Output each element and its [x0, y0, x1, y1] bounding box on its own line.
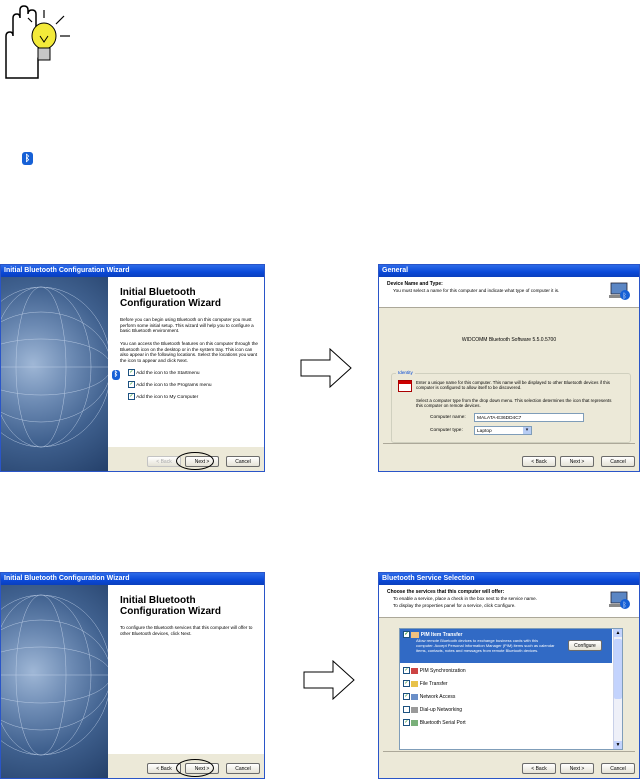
dialog-header: Device Name and Type: You must select a …	[379, 277, 639, 308]
wizard-intro: Before you can begin using Bluetooth on …	[120, 317, 254, 334]
checkbox-icon[interactable]: ✓	[403, 667, 410, 674]
scroll-down-icon[interactable]: ▼	[614, 741, 622, 749]
computer-type-select[interactable]: Laptop ▾	[474, 426, 532, 435]
identity-card-icon	[398, 380, 412, 392]
svg-text:ᛒ: ᛒ	[623, 601, 627, 609]
service-item[interactable]: ✓ Bluetooth Serial Port	[403, 719, 466, 726]
scrollbar[interactable]: ▲ ▼	[613, 629, 622, 749]
pim-transfer-icon	[411, 631, 420, 638]
hand-lightbulb-icon	[0, 0, 75, 82]
group-label: Identity	[396, 370, 415, 375]
next-button[interactable]: Next >	[560, 456, 594, 467]
header-subtitle-1: To enable a service, place a check in th…	[393, 596, 538, 601]
general-window: General Device Name and Type: You must s…	[378, 264, 640, 472]
checkbox-icon[interactable]: ✓	[403, 693, 410, 700]
checkbox-icon[interactable]: ✓	[128, 393, 135, 400]
checkbox-icon[interactable]: ✓	[403, 719, 410, 726]
check-startmenu[interactable]: ✓ Add the icon to the Startmenu	[128, 369, 200, 376]
folder-icon	[411, 680, 419, 687]
service-description: Allow remote Bluetooth devices to exchan…	[416, 638, 555, 653]
scroll-up-icon[interactable]: ▲	[614, 629, 622, 637]
title-bar: Initial Bluetooth Configuration Wizard	[1, 573, 264, 585]
dialup-icon	[411, 706, 419, 713]
identity-group: Identity Enter a unique name for this co…	[391, 370, 631, 443]
cancel-button[interactable]: Cancel	[601, 763, 635, 774]
checkbox-icon[interactable]: ✓	[128, 369, 135, 376]
bluetooth-icon: ᛒ	[22, 152, 33, 165]
service-item[interactable]: Dial-up Networking	[403, 706, 462, 713]
wizard-window-2: Initial Bluetooth Configuration Wizard I…	[0, 572, 265, 779]
header-title: Device Name and Type:	[387, 281, 443, 287]
network-icon	[411, 693, 419, 700]
service-selection-window: Bluetooth Service Selection Choose the s…	[378, 572, 640, 779]
computer-bluetooth-icon: ᛒ	[609, 280, 631, 302]
select-text: Select a computer type from the drop dow…	[416, 398, 612, 409]
wizard-content: Initial Bluetooth Configuration Wizard B…	[108, 277, 264, 447]
next-button[interactable]: Next >	[560, 763, 594, 774]
wizard-intro: To configure the Bluetooth services that…	[120, 625, 253, 636]
title-bar: Initial Bluetooth Configuration Wizard	[1, 265, 264, 277]
cancel-button[interactable]: Cancel	[601, 456, 635, 467]
configure-button[interactable]: Configure	[568, 640, 602, 651]
highlight-oval	[176, 759, 214, 777]
check-programs[interactable]: ✓ Add the icon to the Programs menu	[128, 381, 212, 388]
pim-sync-icon	[411, 667, 419, 674]
service-item-selected[interactable]: ✓ PIM Item Transfer Allow remote Bluetoo…	[400, 629, 612, 663]
wizard-content: Initial Bluetooth Configuration Wizard T…	[108, 585, 264, 754]
wizard-heading: Initial Bluetooth Configuration Wizard	[120, 287, 222, 309]
header-title: Choose the services that this computer w…	[387, 589, 505, 595]
back-button[interactable]: < Back	[522, 456, 556, 467]
bluetooth-icon: ᛒ	[112, 370, 120, 380]
svg-text:ᛒ: ᛒ	[623, 292, 627, 300]
chevron-down-icon[interactable]: ▾	[523, 427, 531, 434]
wizard-locations: You can access the Bluetooth features on…	[120, 341, 258, 363]
software-version: WIDCOMM Bluetooth Software 5.5.0.5700	[461, 337, 557, 343]
dialog-header: Choose the services that this computer w…	[379, 585, 639, 618]
selected-type: Laptop	[477, 429, 492, 434]
wizard-heading: Initial Bluetooth Configuration Wizard	[120, 595, 222, 617]
computer-name-input[interactable]: MALATA-E36DD4C7	[474, 413, 584, 422]
serial-port-icon	[411, 719, 419, 726]
checkbox-icon[interactable]: ✓	[403, 631, 410, 638]
globe-graphic	[1, 277, 108, 471]
globe-graphic	[1, 585, 108, 778]
cancel-button[interactable]: Cancel	[226, 456, 260, 467]
wizard-window-1: Initial Bluetooth Configuration Wizard I…	[0, 264, 265, 472]
header-subtitle: You must select a name for this computer…	[393, 288, 560, 293]
check-mycomputer[interactable]: ✓ Add the icon to My Computer	[128, 393, 198, 400]
computer-type-label: Computer type:	[430, 428, 463, 433]
checkbox-icon[interactable]: ✓	[128, 381, 135, 388]
service-item[interactable]: ✓ PIM Synchronization	[403, 667, 466, 674]
checkbox-icon[interactable]: ✓	[403, 680, 410, 687]
title-bar: General	[379, 265, 639, 277]
arrow-right-icon	[303, 660, 355, 700]
scroll-thumb[interactable]	[614, 639, 622, 699]
service-item[interactable]: ✓ Network Access	[403, 693, 455, 700]
service-list[interactable]: ✓ PIM Item Transfer Allow remote Bluetoo…	[399, 628, 623, 750]
arrow-right-icon	[300, 348, 352, 388]
computer-name-label: Computer name:	[430, 415, 466, 420]
checkbox-icon[interactable]	[403, 706, 410, 713]
highlight-oval	[176, 452, 214, 470]
title-bar: Bluetooth Service Selection	[379, 573, 639, 585]
back-button[interactable]: < Back	[522, 763, 556, 774]
service-item[interactable]: ✓ File Transfer	[403, 680, 448, 687]
cancel-button[interactable]: Cancel	[226, 763, 260, 774]
identity-text: Enter a unique name for this computer. T…	[416, 380, 610, 391]
computer-bluetooth-icon: ᛒ	[609, 589, 631, 611]
header-subtitle-2: To display the properties panel for a se…	[393, 603, 516, 608]
